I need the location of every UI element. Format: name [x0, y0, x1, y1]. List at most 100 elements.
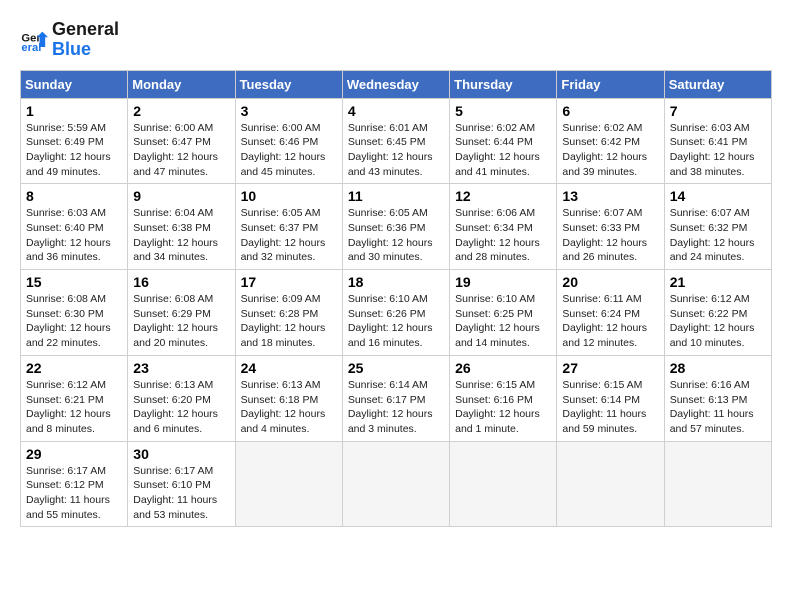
day-info: Sunrise: 6:17 AM Sunset: 6:12 PM Dayligh…	[26, 464, 122, 523]
day-info: Sunrise: 6:03 AM Sunset: 6:40 PM Dayligh…	[26, 206, 122, 265]
day-info: Sunrise: 6:00 AM Sunset: 6:46 PM Dayligh…	[241, 121, 337, 180]
calendar-cell: 23 Sunrise: 6:13 AM Sunset: 6:20 PM Dayli…	[128, 355, 235, 441]
calendar-cell: 8 Sunrise: 6:03 AM Sunset: 6:40 PM Daylig…	[21, 184, 128, 270]
day-number: 23	[133, 360, 229, 376]
header: Gen eral General Blue	[20, 20, 772, 60]
calendar-cell: 4Sunrise: 6:01 AM Sunset: 6:45 PM Daylig…	[342, 98, 449, 184]
calendar-cell: 16 Sunrise: 6:08 AM Sunset: 6:29 PM Dayli…	[128, 270, 235, 356]
day-info: Sunrise: 6:17 AM Sunset: 6:10 PM Dayligh…	[133, 464, 229, 523]
day-info: Sunrise: 6:11 AM Sunset: 6:24 PM Dayligh…	[562, 292, 658, 351]
day-info: Sunrise: 6:12 AM Sunset: 6:22 PM Dayligh…	[670, 292, 766, 351]
day-number: 7	[670, 103, 766, 119]
day-number: 6	[562, 103, 658, 119]
calendar-cell: 1 Sunrise: 5:59 AM Sunset: 6:49 PM Daylig…	[21, 98, 128, 184]
calendar-table: SundayMondayTuesdayWednesdayThursdayFrid…	[20, 70, 772, 528]
calendar-cell: 28 Sunrise: 6:16 AM Sunset: 6:13 PM Dayli…	[664, 355, 771, 441]
day-info: Sunrise: 6:13 AM Sunset: 6:18 PM Dayligh…	[241, 378, 337, 437]
calendar-week-4: 22 Sunrise: 6:12 AM Sunset: 6:21 PM Dayli…	[21, 355, 772, 441]
calendar-cell: 18 Sunrise: 6:10 AM Sunset: 6:26 PM Dayli…	[342, 270, 449, 356]
day-number: 3	[241, 103, 337, 119]
day-info: Sunrise: 6:03 AM Sunset: 6:41 PM Dayligh…	[670, 121, 766, 180]
calendar-week-3: 15 Sunrise: 6:08 AM Sunset: 6:30 PM Dayli…	[21, 270, 772, 356]
calendar-week-5: 29 Sunrise: 6:17 AM Sunset: 6:12 PM Dayli…	[21, 441, 772, 527]
day-number: 24	[241, 360, 337, 376]
day-number: 21	[670, 274, 766, 290]
day-info: Sunrise: 6:08 AM Sunset: 6:30 PM Dayligh…	[26, 292, 122, 351]
calendar-cell: 9 Sunrise: 6:04 AM Sunset: 6:38 PM Daylig…	[128, 184, 235, 270]
day-number: 1	[26, 103, 122, 119]
day-number: 25	[348, 360, 444, 376]
day-info: Sunrise: 6:09 AM Sunset: 6:28 PM Dayligh…	[241, 292, 337, 351]
calendar-cell: 10 Sunrise: 6:05 AM Sunset: 6:37 PM Dayli…	[235, 184, 342, 270]
calendar-cell: 22 Sunrise: 6:12 AM Sunset: 6:21 PM Dayli…	[21, 355, 128, 441]
day-info: Sunrise: 6:06 AM Sunset: 6:34 PM Dayligh…	[455, 206, 551, 265]
calendar-header: SundayMondayTuesdayWednesdayThursdayFrid…	[21, 70, 772, 98]
calendar-cell: 14 Sunrise: 6:07 AM Sunset: 6:32 PM Dayli…	[664, 184, 771, 270]
day-info: Sunrise: 6:10 AM Sunset: 6:25 PM Dayligh…	[455, 292, 551, 351]
calendar-cell: 30 Sunrise: 6:17 AM Sunset: 6:10 PM Dayli…	[128, 441, 235, 527]
calendar-week-2: 8 Sunrise: 6:03 AM Sunset: 6:40 PM Daylig…	[21, 184, 772, 270]
calendar-cell: 20 Sunrise: 6:11 AM Sunset: 6:24 PM Dayli…	[557, 270, 664, 356]
day-number: 14	[670, 188, 766, 204]
day-number: 8	[26, 188, 122, 204]
day-number: 18	[348, 274, 444, 290]
day-number: 29	[26, 446, 122, 462]
svg-text:eral: eral	[21, 42, 41, 54]
day-number: 19	[455, 274, 551, 290]
logo: Gen eral General Blue	[20, 20, 119, 60]
day-number: 15	[26, 274, 122, 290]
day-header-sunday: Sunday	[21, 70, 128, 98]
logo-icon: Gen eral	[20, 26, 48, 54]
day-number: 13	[562, 188, 658, 204]
day-header-wednesday: Wednesday	[342, 70, 449, 98]
calendar-cell: 19 Sunrise: 6:10 AM Sunset: 6:25 PM Dayli…	[450, 270, 557, 356]
calendar-cell: 21 Sunrise: 6:12 AM Sunset: 6:22 PM Dayli…	[664, 270, 771, 356]
calendar-cell	[664, 441, 771, 527]
day-info: Sunrise: 6:10 AM Sunset: 6:26 PM Dayligh…	[348, 292, 444, 351]
day-info: Sunrise: 6:02 AM Sunset: 6:44 PM Dayligh…	[455, 121, 551, 180]
calendar-cell: 7 Sunrise: 6:03 AM Sunset: 6:41 PM Daylig…	[664, 98, 771, 184]
day-info: Sunrise: 6:08 AM Sunset: 6:29 PM Dayligh…	[133, 292, 229, 351]
calendar-cell: 25Sunrise: 6:14 AM Sunset: 6:17 PM Dayli…	[342, 355, 449, 441]
day-number: 28	[670, 360, 766, 376]
day-info: Sunrise: 6:13 AM Sunset: 6:20 PM Dayligh…	[133, 378, 229, 437]
calendar-cell	[235, 441, 342, 527]
calendar-cell: 11 Sunrise: 6:05 AM Sunset: 6:36 PM Dayli…	[342, 184, 449, 270]
day-info: Sunrise: 6:04 AM Sunset: 6:38 PM Dayligh…	[133, 206, 229, 265]
day-info: Sunrise: 6:15 AM Sunset: 6:16 PM Dayligh…	[455, 378, 551, 437]
day-info: Sunrise: 6:12 AM Sunset: 6:21 PM Dayligh…	[26, 378, 122, 437]
day-info: Sunrise: 6:15 AM Sunset: 6:14 PM Dayligh…	[562, 378, 658, 437]
day-number: 10	[241, 188, 337, 204]
calendar-cell	[557, 441, 664, 527]
day-info: Sunrise: 6:00 AM Sunset: 6:47 PM Dayligh…	[133, 121, 229, 180]
calendar-cell: 17 Sunrise: 6:09 AM Sunset: 6:28 PM Dayli…	[235, 270, 342, 356]
day-header-thursday: Thursday	[450, 70, 557, 98]
calendar-week-1: 1 Sunrise: 5:59 AM Sunset: 6:49 PM Daylig…	[21, 98, 772, 184]
day-number: 2	[133, 103, 229, 119]
day-info: Sunrise: 6:05 AM Sunset: 6:37 PM Dayligh…	[241, 206, 337, 265]
day-number: 12	[455, 188, 551, 204]
day-info: Sunrise: 6:16 AM Sunset: 6:13 PM Dayligh…	[670, 378, 766, 437]
day-info: Sunrise: 6:05 AM Sunset: 6:36 PM Dayligh…	[348, 206, 444, 265]
day-number: 22	[26, 360, 122, 376]
logo-name: General Blue	[52, 20, 119, 60]
day-info: Sunrise: 6:07 AM Sunset: 6:32 PM Dayligh…	[670, 206, 766, 265]
day-number: 20	[562, 274, 658, 290]
day-number: 17	[241, 274, 337, 290]
day-number: 27	[562, 360, 658, 376]
calendar-cell	[342, 441, 449, 527]
day-info: Sunrise: 6:01 AM Sunset: 6:45 PM Dayligh…	[348, 121, 444, 180]
day-number: 16	[133, 274, 229, 290]
day-number: 11	[348, 188, 444, 204]
calendar-cell: 13Sunrise: 6:07 AM Sunset: 6:33 PM Dayli…	[557, 184, 664, 270]
day-number: 30	[133, 446, 229, 462]
calendar-cell: 15 Sunrise: 6:08 AM Sunset: 6:30 PM Dayli…	[21, 270, 128, 356]
calendar-cell	[450, 441, 557, 527]
calendar-cell: 2 Sunrise: 6:00 AM Sunset: 6:47 PM Daylig…	[128, 98, 235, 184]
calendar-cell: 26Sunrise: 6:15 AM Sunset: 6:16 PM Dayli…	[450, 355, 557, 441]
calendar-cell: 24 Sunrise: 6:13 AM Sunset: 6:18 PM Dayli…	[235, 355, 342, 441]
calendar-cell: 3 Sunrise: 6:00 AM Sunset: 6:46 PM Daylig…	[235, 98, 342, 184]
day-number: 5	[455, 103, 551, 119]
day-number: 9	[133, 188, 229, 204]
day-info: Sunrise: 5:59 AM Sunset: 6:49 PM Dayligh…	[26, 121, 122, 180]
